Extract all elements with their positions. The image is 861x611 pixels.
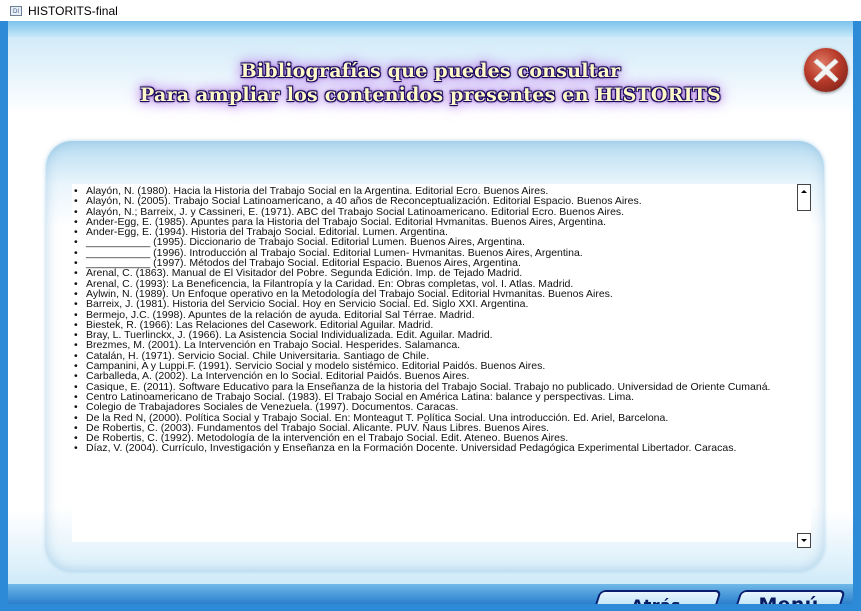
top-decor-bar	[8, 21, 853, 37]
bibliography-list-box[interactable]: • Alayón, N. (1980). Hacia la Historia de…	[72, 184, 806, 542]
bullet-mark: •	[74, 401, 78, 414]
reference-list: • Alayón, N. (1980). Hacia la Historia de…	[72, 186, 787, 454]
title-line-2: Para ampliar los contenidos presentes en…	[140, 84, 721, 106]
back-button[interactable]: Atrás	[590, 590, 722, 605]
back-button-label: Atrás	[595, 590, 717, 605]
app-icon: DI	[10, 5, 22, 16]
page-title: Bibliografías que puedes consultar Para …	[8, 59, 853, 107]
scroll-up-button[interactable]	[797, 184, 811, 199]
window-title: HISTORITS-final	[28, 3, 118, 18]
scroll-up-arrow-icon	[801, 190, 807, 193]
scroll-down-button[interactable]	[797, 533, 811, 548]
close-x-icon	[813, 58, 839, 83]
vertical-scrollbar[interactable]	[797, 184, 811, 548]
bottom-decor-bar	[8, 584, 853, 604]
reference-item: • Díaz, V. (2004). Currículo, Investigaci…	[72, 442, 787, 455]
close-button[interactable]	[804, 48, 848, 92]
window-titlebar: DI HISTORITS-final	[0, 0, 861, 21]
app-stage: Bibliografías que puedes consultar Para …	[8, 21, 853, 604]
bullet-mark: •	[74, 442, 78, 455]
menu-button-label: Menú	[736, 590, 841, 604]
reference-text: Díaz, V. (2004). Currículo, Investigació…	[86, 442, 737, 455]
title-line-1: Bibliografías que puedes consultar	[240, 60, 621, 82]
scroll-thumb[interactable]	[797, 198, 811, 211]
scroll-down-arrow-icon	[801, 539, 807, 542]
menu-button[interactable]: Menú	[731, 590, 846, 604]
